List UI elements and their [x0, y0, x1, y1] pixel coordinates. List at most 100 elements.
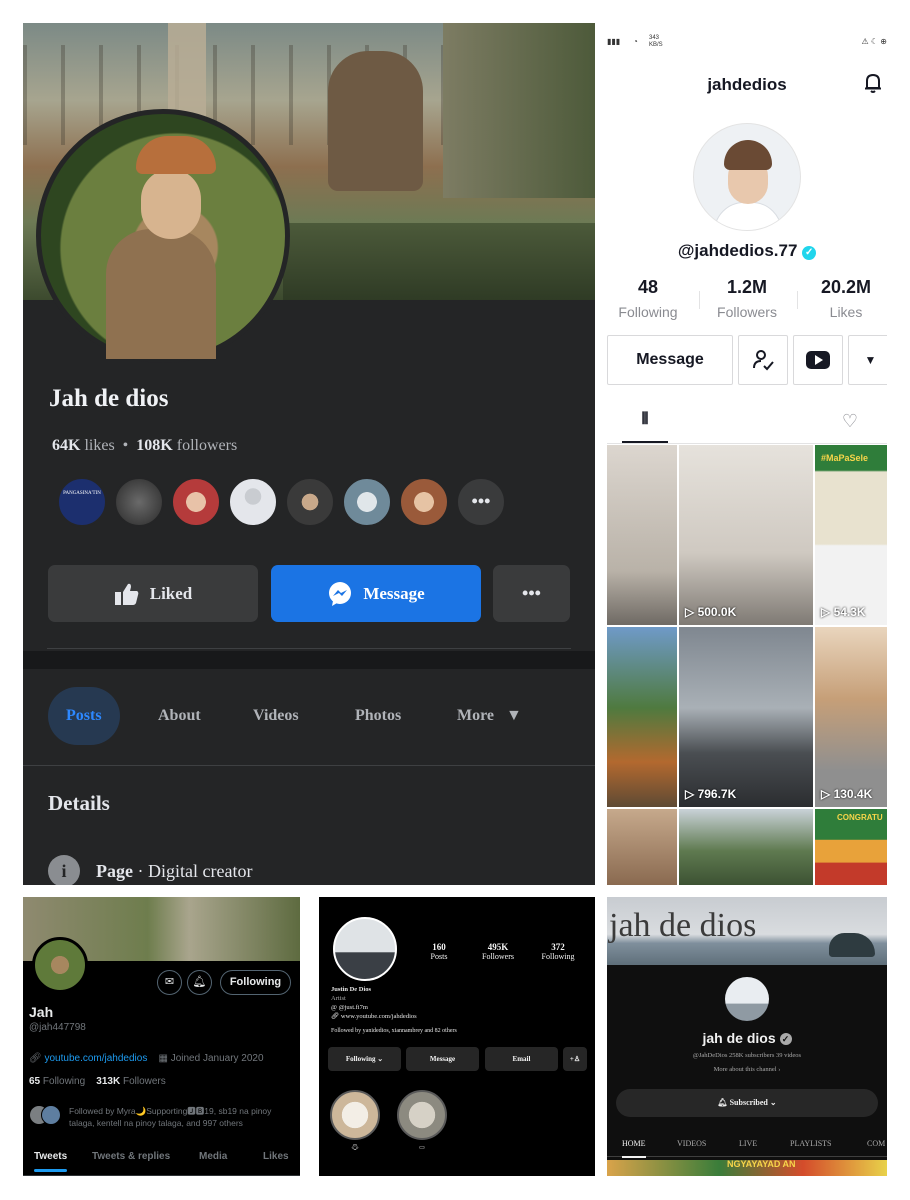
video-thumbnail[interactable]	[679, 809, 813, 885]
calendar-icon: ▦	[158, 1053, 168, 1064]
divider	[607, 443, 887, 444]
tab-videos-grid[interactable]: ⦀	[622, 411, 668, 443]
avatar-coat	[106, 229, 216, 359]
tab-community[interactable]: COM	[867, 1139, 885, 1148]
video-thumbnail[interactable]	[607, 627, 677, 807]
more-about-channel-link[interactable]: More about this channel ›	[607, 1066, 887, 1073]
tab-live[interactable]: LIVE	[739, 1139, 757, 1148]
message-button[interactable]: Message	[607, 335, 733, 385]
threads-icon: @	[331, 1004, 337, 1011]
follow-counts: 65 Following 313K Followers	[29, 1076, 166, 1087]
video-thumbnail[interactable]: #MaPaSele ▷ 54.3K	[815, 445, 887, 625]
video-thumbnail[interactable]	[607, 809, 677, 885]
tab-playlists[interactable]: PLAYLISTS	[790, 1139, 832, 1148]
info-icon: i	[48, 855, 80, 885]
message-icon-button[interactable]: ✉	[157, 970, 182, 995]
video-thumbnail[interactable]: ▷ 130.4K	[815, 627, 887, 807]
default-avatar-icon[interactable]	[228, 477, 278, 527]
followers-stat[interactable]: 1.2M Followers	[701, 277, 793, 320]
following-stat[interactable]: 65 Following	[29, 1076, 85, 1087]
tab-about[interactable]: About	[158, 687, 201, 745]
likes-stat[interactable]: 20.2M Likes	[800, 277, 887, 320]
profile-link[interactable]: youtube.com/jahdedios	[44, 1053, 147, 1064]
story-highlight[interactable]	[330, 1090, 380, 1140]
tab-liked-videos[interactable]: ♡	[835, 411, 865, 441]
bell-icon: 🔔︎	[717, 1098, 728, 1107]
profile-picture[interactable]	[32, 937, 88, 993]
following-label: Following	[345, 1055, 376, 1063]
avatar-shirt	[714, 202, 782, 230]
threads-link[interactable]: @ @just.fi7m	[331, 1003, 417, 1012]
play-icon: ▷	[685, 605, 695, 619]
story-highlight[interactable]	[397, 1090, 447, 1140]
following-button[interactable]: Following ⌄	[328, 1047, 401, 1071]
channel-avatar[interactable]	[725, 977, 769, 1021]
tab-more[interactable]: More ▼	[457, 687, 522, 745]
more-actions-button[interactable]: •••	[493, 565, 570, 622]
tab-videos[interactable]: VIDEOS	[677, 1139, 706, 1148]
followed-by-summary[interactable]: Followed by Myra🌙Supporting🅹🅱19, sb19 na…	[29, 1105, 297, 1129]
view-count: ▷ 500.0K	[685, 605, 736, 619]
following-button[interactable]: Following	[220, 970, 291, 995]
subscribed-label: Subscribed	[729, 1098, 768, 1107]
youtube-icon	[806, 351, 830, 369]
add-person-button[interactable]: +♙	[563, 1047, 587, 1071]
video-thumbnail[interactable]: ▷ 796.7K	[679, 627, 813, 807]
following-stat[interactable]: 48 Following	[607, 277, 694, 320]
tab-likes[interactable]: Likes	[263, 1151, 289, 1162]
friend-badge-text: PANGASINA'TIN	[61, 491, 103, 496]
cover-pool	[283, 223, 595, 300]
posts-stat[interactable]: 160 Posts	[411, 942, 467, 961]
notifications-icon-button[interactable]: 🔔︎	[187, 970, 212, 995]
page-name: Jah de dios	[49, 385, 169, 412]
follow-status-button[interactable]	[738, 335, 788, 385]
profile-picture[interactable]	[333, 917, 397, 981]
facebook-profile-panel: Jah de dios 64K likes • 108K followers P…	[23, 23, 595, 885]
thumbnail-caption: #MaPaSele	[821, 453, 869, 463]
dropdown-toggle-button[interactable]: ▼	[848, 335, 887, 385]
page-category-row: i Page · Digital creator	[48, 855, 252, 885]
more-followers-button[interactable]: •••	[456, 477, 506, 527]
tab-media[interactable]: Media	[199, 1151, 227, 1162]
profile-picture[interactable]	[36, 109, 290, 363]
highlight-label-icon: ▭	[419, 1145, 425, 1151]
follower-avatar[interactable]	[114, 477, 164, 527]
follower-avatar[interactable]	[399, 477, 449, 527]
tab-home[interactable]: HOME	[622, 1139, 646, 1158]
tab-tweets-replies[interactable]: Tweets & replies	[92, 1151, 170, 1162]
thumbs-up-icon	[114, 583, 139, 605]
likes-followers-summary[interactable]: 64K likes • 108K followers	[52, 437, 237, 455]
profile-picture[interactable]	[693, 123, 801, 231]
video-thumbnail[interactable]	[607, 445, 677, 625]
tab-photos[interactable]: Photos	[355, 687, 401, 745]
follower-avatar[interactable]	[285, 477, 335, 527]
notification-bell-icon[interactable]	[862, 72, 884, 94]
video-thumbnail[interactable]: ▷ 500.0K	[679, 445, 813, 625]
joined-date: Joined January 2020	[170, 1053, 264, 1064]
youtube-link-button[interactable]	[793, 335, 843, 385]
liked-button[interactable]: Liked	[48, 565, 258, 622]
website-link[interactable]: 🔗︎ www.youtube.com/jahdedios	[331, 1012, 417, 1021]
following-stat[interactable]: 372 Following	[530, 942, 586, 961]
add-person-icon: +♙	[569, 1055, 581, 1063]
follower-avatar[interactable]	[171, 477, 221, 527]
tab-posts[interactable]: Posts	[48, 687, 120, 745]
dot-separator: ·	[137, 860, 148, 881]
message-button[interactable]: Message	[271, 565, 481, 622]
highlight-label-icon: 🐥︎	[351, 1145, 359, 1151]
subscribed-button[interactable]: 🔔︎ Subscribed ⌄	[616, 1089, 878, 1117]
message-button[interactable]: Message	[406, 1047, 479, 1071]
tab-videos[interactable]: Videos	[253, 687, 299, 745]
followed-by-text[interactable]: Followed by yanidedios, xiannambrey and …	[331, 1028, 457, 1034]
follower-avatar[interactable]	[342, 477, 392, 527]
email-button[interactable]: Email	[485, 1047, 558, 1071]
view-count-text: 54.3K	[833, 605, 866, 619]
video-thumbnail[interactable]: CONGRATU	[815, 809, 887, 885]
tab-tweets[interactable]: Tweets	[34, 1151, 68, 1172]
followers-stat[interactable]: 495K Followers	[470, 942, 526, 961]
followers-stat[interactable]: 313K Followers	[96, 1076, 165, 1087]
play-icon: ▷	[821, 787, 831, 801]
signal-icon: ▮▮▮	[607, 37, 621, 46]
category-label: Artist	[331, 995, 346, 1002]
follower-avatar[interactable]: PANGASINA'TIN	[57, 477, 107, 527]
